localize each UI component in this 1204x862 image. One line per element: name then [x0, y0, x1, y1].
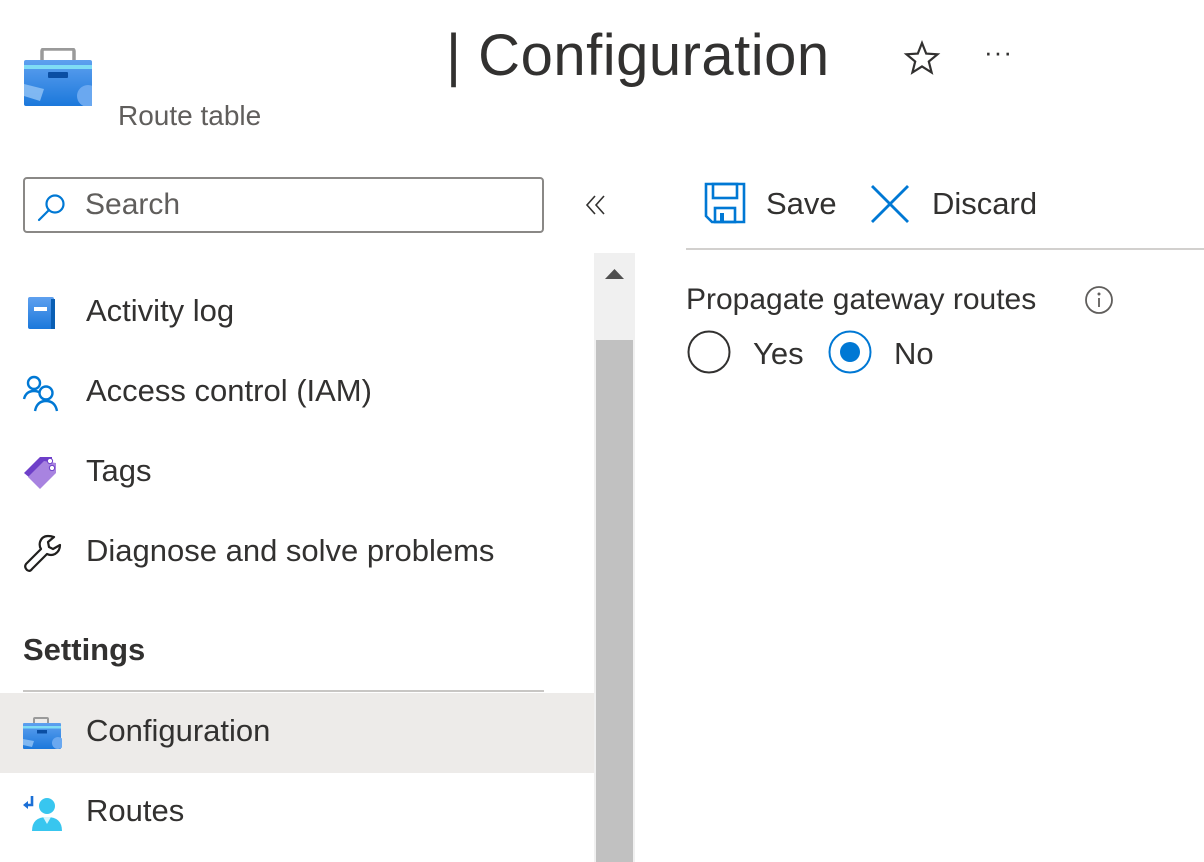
info-icon[interactable]	[1084, 285, 1114, 315]
caret-up-icon	[605, 269, 624, 279]
wrench-icon	[22, 533, 62, 573]
save-label: Save	[766, 186, 837, 221]
sidebar-item-label: Routes	[86, 793, 185, 828]
sidebar-item-tags[interactable]: Tags	[0, 433, 594, 513]
resource-type-label: Route table	[118, 100, 262, 131]
routes-icon	[22, 793, 62, 833]
radio-checked-icon	[828, 330, 872, 374]
search-input[interactable]	[85, 183, 525, 227]
search-box[interactable]	[23, 177, 544, 233]
propagate-gateway-routes-label: Propagate gateway routes	[686, 283, 1037, 316]
save-icon	[704, 182, 746, 224]
scroll-up-button[interactable]	[594, 253, 635, 340]
page-title: | Configuration	[446, 23, 830, 88]
radio-unchecked-icon	[687, 330, 731, 374]
sidebar-item-routes[interactable]: Routes	[0, 773, 594, 853]
discard-label: Discard	[932, 186, 1038, 221]
activity-log-icon	[22, 293, 62, 333]
section-header-settings: Settings	[23, 632, 146, 667]
toolbar-divider	[686, 248, 1204, 250]
section-divider	[23, 690, 544, 692]
sidebar-item-label: Configuration	[86, 713, 271, 748]
close-icon	[868, 182, 912, 226]
scrollbar-thumb[interactable]	[596, 340, 633, 862]
people-icon	[22, 373, 62, 413]
sidebar-item-label: Activity log	[86, 293, 235, 328]
sidebar-item-access-control[interactable]: Access control (IAM)	[0, 353, 594, 433]
briefcase-icon	[24, 47, 99, 107]
favorite-star-icon[interactable]	[902, 38, 942, 78]
sidebar-item-activity-log[interactable]: Activity log	[0, 273, 594, 353]
double-chevron-left-icon	[585, 195, 605, 215]
briefcase-icon	[22, 713, 64, 753]
radio-label: No	[894, 336, 934, 371]
more-options-button[interactable]: ···	[984, 39, 1020, 72]
sidebar-item-label: Tags	[86, 453, 152, 488]
radio-label: Yes	[753, 336, 804, 371]
search-icon	[37, 192, 67, 222]
sidebar-item-configuration[interactable]: Configuration	[0, 693, 594, 773]
sidebar-item-label: Access control (IAM)	[86, 373, 372, 408]
sidebar-item-diagnose[interactable]: Diagnose and solve problems	[0, 513, 594, 593]
tag-icon	[22, 453, 62, 493]
sidebar-item-label: Diagnose and solve problems	[86, 533, 495, 568]
collapse-sidebar-button[interactable]	[582, 190, 612, 220]
